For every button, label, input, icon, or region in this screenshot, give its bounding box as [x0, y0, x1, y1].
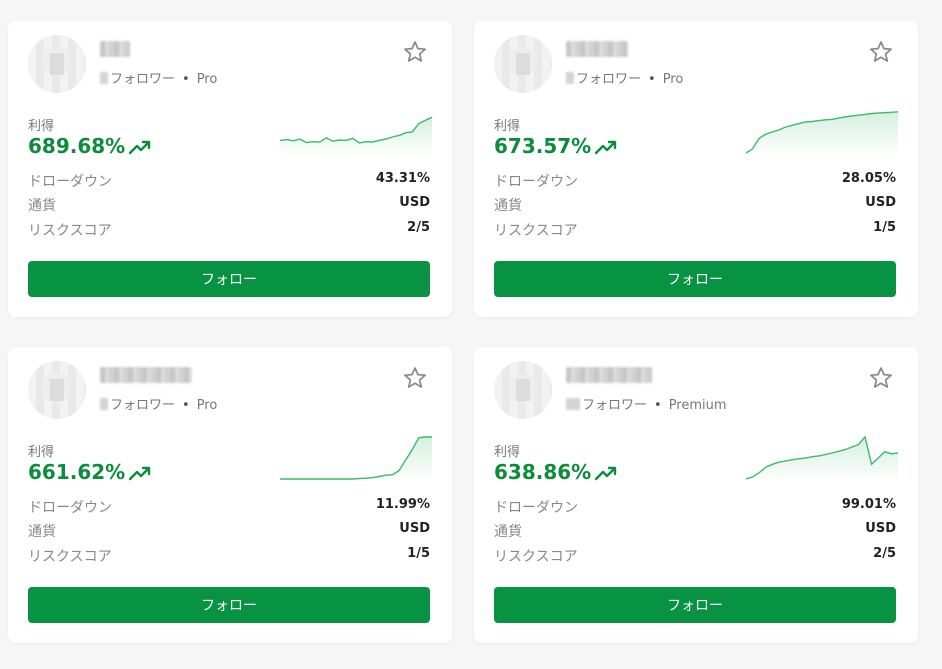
drawdown-row: ドローダウン 43.31% [28, 171, 430, 191]
trending-up-icon [129, 140, 151, 155]
risk-score-label: リスクスコア [494, 549, 578, 565]
sparkline-area [746, 111, 898, 157]
drawdown-label: ドローダウン [28, 174, 112, 190]
trader-meta: フォロワー • Premium [566, 394, 727, 413]
currency-row: 通貨 USD [28, 521, 430, 541]
drawdown-label: ドローダウン [494, 500, 578, 516]
trader-meta: フォロワー • Pro [100, 394, 217, 413]
trader-card[interactable]: フォロワー • Pro 利得 661.62% ドローダウン 11.99% 通貨 USD … [8, 347, 452, 643]
profit-label: 利得 [494, 445, 521, 460]
avatar[interactable] [494, 35, 552, 93]
sparkline-area [280, 437, 432, 483]
star-icon[interactable] [868, 365, 894, 391]
trending-up-icon [595, 140, 617, 155]
tier-label: Premium [668, 398, 727, 413]
currency-label: 通貨 [494, 524, 522, 540]
follow-button[interactable]: フォロー [494, 587, 896, 623]
drawdown-value: 43.31% [375, 171, 430, 186]
drawdown-value: 28.05% [841, 171, 896, 186]
drawdown-row: ドローダウン 28.05% [494, 171, 896, 191]
risk-score-row: リスクスコア 2/5 [494, 546, 896, 566]
profit-label: 利得 [28, 445, 55, 460]
trader-card-grid: フォロワー • Pro 利得 689.68% ドローダウン 43.31% 通貨 USD … [0, 0, 942, 669]
risk-score-value: 2/5 [873, 546, 896, 561]
trader-name-redacted[interactable] [100, 41, 130, 57]
risk-score-label: リスクスコア [494, 223, 578, 239]
trader-name-redacted[interactable] [100, 367, 192, 383]
currency-label: 通貨 [494, 198, 522, 214]
profit-percent: 689.68% [28, 134, 126, 158]
equity-sparkline [280, 436, 432, 483]
sparkline-area [280, 117, 432, 157]
follow-button[interactable]: フォロー [494, 261, 896, 297]
risk-score-row: リスクスコア 2/5 [28, 220, 430, 240]
profit-label: 利得 [494, 119, 521, 134]
profit-label: 利得 [28, 119, 55, 134]
currency-label: 通貨 [28, 524, 56, 540]
risk-score-label: リスクスコア [28, 223, 112, 239]
follow-button[interactable]: フォロー [28, 587, 430, 623]
trader-card[interactable]: フォロワー • Pro 利得 673.57% ドローダウン 28.05% 通貨 USD … [474, 21, 918, 317]
follow-button[interactable]: フォロー [28, 261, 430, 297]
profit-percent: 638.86% [494, 460, 592, 484]
profit-value: 661.62% [28, 460, 153, 484]
currency-value: USD [865, 521, 896, 536]
risk-score-value: 1/5 [407, 546, 430, 561]
trending-up-icon [595, 466, 617, 481]
avatar[interactable] [28, 361, 86, 419]
star-icon[interactable] [402, 365, 428, 391]
risk-score-label: リスクスコア [28, 549, 112, 565]
drawdown-label: ドローダウン [494, 174, 578, 190]
trader-name-redacted[interactable] [566, 367, 652, 383]
currency-value: USD [399, 521, 430, 536]
currency-row: 通貨 USD [28, 195, 430, 215]
star-icon[interactable] [402, 39, 428, 65]
trader-card[interactable]: フォロワー • Pro 利得 689.68% ドローダウン 43.31% 通貨 USD … [8, 21, 452, 317]
followers-label: フォロワー [110, 72, 176, 87]
currency-value: USD [865, 195, 896, 210]
risk-score-row: リスクスコア 1/5 [28, 546, 430, 566]
equity-sparkline [746, 435, 898, 483]
risk-score-row: リスクスコア 1/5 [494, 220, 896, 240]
trader-meta: フォロワー • Pro [566, 68, 683, 87]
drawdown-value: 99.01% [841, 497, 896, 512]
tier-label: Pro [662, 72, 684, 87]
tier-label: Pro [196, 398, 218, 413]
risk-score-value: 1/5 [873, 220, 896, 235]
trader-card[interactable]: フォロワー • Premium 利得 638.86% ドローダウン 99.01% 通貨… [474, 347, 918, 643]
trader-name-redacted[interactable] [566, 41, 628, 57]
tier-label: Pro [196, 72, 218, 87]
currency-label: 通貨 [28, 198, 56, 214]
profit-percent: 673.57% [494, 134, 592, 158]
currency-row: 通貨 USD [494, 521, 896, 541]
profit-value: 689.68% [28, 134, 153, 158]
followers-label: フォロワー [576, 72, 642, 87]
star-icon[interactable] [868, 39, 894, 65]
risk-score-value: 2/5 [407, 220, 430, 235]
currency-row: 通貨 USD [494, 195, 896, 215]
profit-percent: 661.62% [28, 460, 126, 484]
currency-value: USD [399, 195, 430, 210]
profit-value: 638.86% [494, 460, 619, 484]
profit-value: 673.57% [494, 134, 619, 158]
followers-label: フォロワー [582, 398, 648, 413]
avatar[interactable] [494, 361, 552, 419]
drawdown-row: ドローダウン 11.99% [28, 497, 430, 517]
followers-label: フォロワー [110, 398, 176, 413]
trending-up-icon [129, 466, 151, 481]
avatar[interactable] [28, 35, 86, 93]
drawdown-row: ドローダウン 99.01% [494, 497, 896, 517]
drawdown-value: 11.99% [375, 497, 430, 512]
drawdown-label: ドローダウン [28, 500, 112, 516]
equity-sparkline [280, 116, 432, 157]
trader-meta: フォロワー • Pro [100, 68, 217, 87]
equity-sparkline [746, 111, 898, 157]
